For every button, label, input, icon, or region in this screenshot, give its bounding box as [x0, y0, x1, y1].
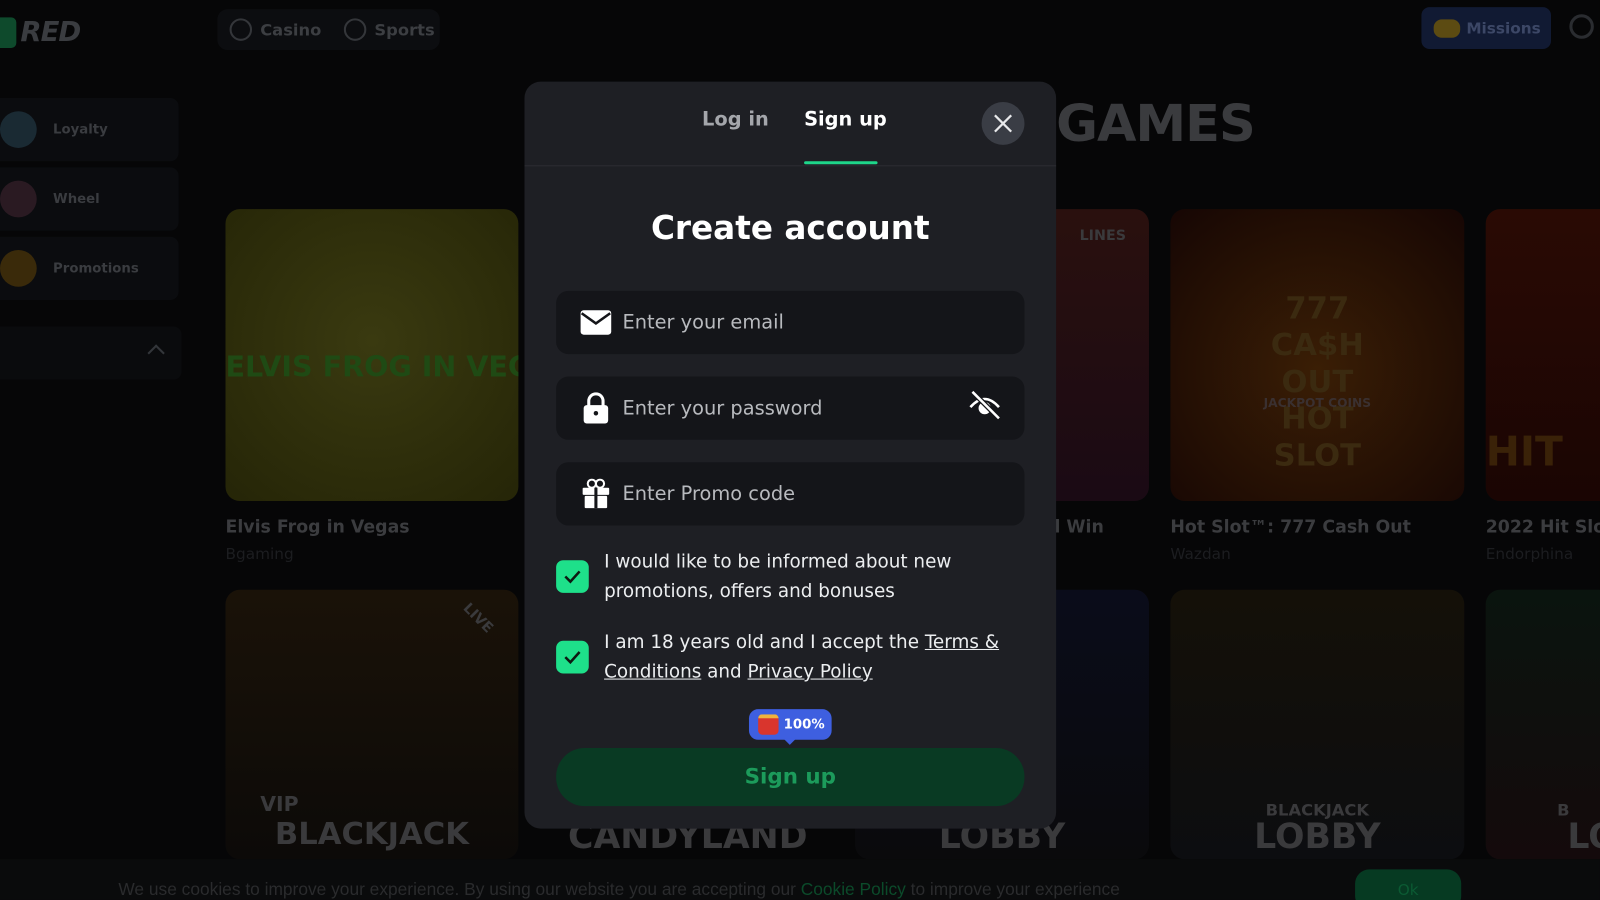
game-provider: Wazdan: [1170, 544, 1231, 564]
terms-checkbox[interactable]: [556, 640, 589, 674]
percent-coin-icon: [0, 249, 37, 287]
close-button[interactable]: [981, 102, 1025, 145]
promo-input[interactable]: [622, 482, 960, 506]
promo-field[interactable]: [556, 462, 1025, 526]
game-title[interactable]: Hot Slot™: 777 Cash Out: [1170, 517, 1411, 537]
game-card-hot-slot[interactable]: 777 CA$H OUT HOT SLOT JACKPOT COINS: [1170, 209, 1465, 502]
email-input[interactable]: [622, 311, 960, 334]
cherry-icon: [229, 18, 253, 41]
eye-slash-icon[interactable]: [967, 389, 1002, 426]
tab-login[interactable]: Log in: [702, 108, 769, 130]
modal-title: Create account: [650, 208, 930, 247]
missions-button[interactable]: Missions: [1421, 7, 1552, 49]
top-nav: Casino Sports: [217, 9, 440, 50]
signup-submit-button[interactable]: Sign up: [556, 747, 1025, 807]
password-input[interactable]: [622, 396, 960, 420]
game-provider: Endorphina: [1485, 544, 1574, 564]
envelope-icon: [578, 309, 615, 336]
sidebar-item-promotions[interactable]: Promotions: [0, 236, 179, 300]
bonus-badge: 100%: [748, 709, 832, 745]
marketing-consent-text: I would like to be informed about new pr…: [604, 551, 952, 603]
game-card-blackjack-lobby-2[interactable]: B LO: [1485, 589, 1600, 860]
cookie-policy-link[interactable]: Cookie Policy: [801, 880, 906, 899]
active-tab-indicator: [804, 161, 878, 165]
search-icon[interactable]: [1569, 14, 1594, 39]
tab-signup[interactable]: Sign up: [804, 108, 887, 130]
privacy-policy-link[interactable]: Privacy Policy: [748, 661, 873, 682]
game-title[interactable]: Elvis Frog in Vegas: [226, 517, 410, 537]
cookie-text: We use cookies to improve your experienc…: [118, 879, 1120, 899]
email-field[interactable]: [556, 290, 1025, 355]
sidebar-item-loyalty[interactable]: Loyalty: [0, 97, 179, 162]
marketing-checkbox[interactable]: [556, 560, 589, 593]
lock-icon: [578, 392, 615, 425]
cookie-ok-button[interactable]: Ok: [1355, 869, 1462, 900]
game-title[interactable]: d Win: [1048, 517, 1104, 537]
divider: [524, 165, 1057, 167]
password-field[interactable]: [556, 376, 1025, 440]
sidebar-item-wheel[interactable]: Wheel: [0, 167, 179, 231]
game-provider: Bgaming: [225, 544, 294, 564]
game-card-elvis-frog[interactable]: ELVIS FROG IN VEGAS: [225, 209, 519, 502]
shield-icon: [0, 111, 37, 148]
game-card-blackjack-lobby[interactable]: BLACKJACK LOBBY: [1170, 589, 1465, 860]
terms-consent-text: I am 18 years old and I accept the Terms…: [604, 631, 1000, 683]
section-title: GAMES: [1056, 93, 1256, 154]
wheel-icon: [0, 180, 37, 218]
logo-mark: [0, 16, 17, 48]
game-card-vip-blackjack[interactable]: LIVE VIP BLACKJACK: [225, 589, 519, 860]
checkmark-icon: [564, 570, 581, 584]
close-icon: [994, 114, 1013, 133]
game-title[interactable]: 2022 Hit Slot: [1486, 517, 1600, 537]
soccer-ball-icon: [343, 18, 367, 41]
nav-casino[interactable]: Casino: [229, 18, 321, 41]
checkmark-icon: [564, 651, 581, 665]
logo[interactable]: RED: [0, 16, 81, 48]
gift-icon: [578, 478, 615, 510]
nav-sports[interactable]: Sports: [343, 18, 435, 41]
gift-icon: [758, 714, 779, 735]
gamepad-icon: [1433, 18, 1461, 38]
game-card-2022-hit-slot[interactable]: HIT: [1485, 209, 1600, 502]
